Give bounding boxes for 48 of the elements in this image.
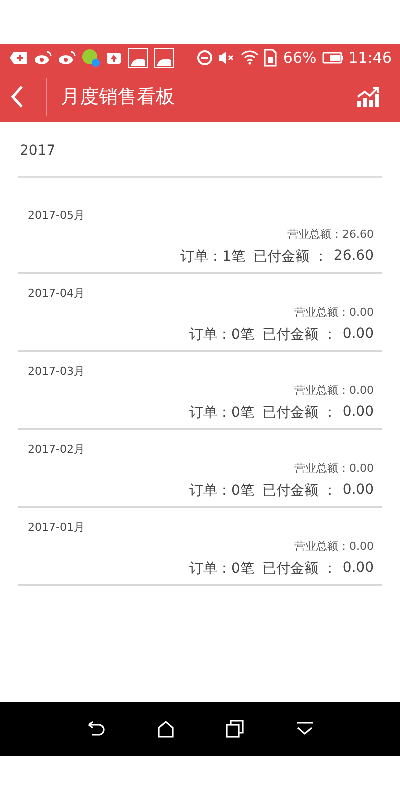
month-label: 2017-05月 xyxy=(28,208,85,223)
recent-apps-icon[interactable] xyxy=(226,720,244,738)
chart-button[interactable] xyxy=(356,86,380,108)
eye-logo-icon xyxy=(58,51,76,65)
total-revenue: 营业总额：0.00 xyxy=(294,461,374,476)
paid-label: 已付金额 ： xyxy=(262,560,337,578)
paid-label: 已付金额 ： xyxy=(262,326,337,344)
total-revenue: 营业总额：0.00 xyxy=(294,383,374,398)
month-label: 2017-04月 xyxy=(28,286,85,301)
chart-icon xyxy=(356,86,380,108)
paid-amount: 0.00 xyxy=(342,326,374,344)
battery-percentage: 66% xyxy=(283,49,317,67)
paid-label: 已付金额 ： xyxy=(253,248,328,266)
paid-amount: 0.00 xyxy=(342,560,374,578)
notification-icon xyxy=(10,51,28,65)
mute-icon xyxy=(218,51,236,65)
month-label: 2017-02月 xyxy=(28,442,85,457)
order-count: 订单：1笔 xyxy=(180,248,246,266)
paid-amount: 26.60 xyxy=(334,248,374,266)
order-count: 订单：0笔 xyxy=(189,326,254,344)
app-icon xyxy=(154,48,174,68)
eye-logo-icon xyxy=(34,51,52,65)
hide-keyboard-icon[interactable] xyxy=(294,721,314,737)
back-icon xyxy=(10,85,24,109)
paid-label: 已付金额 ： xyxy=(262,404,337,422)
do-not-disturb-icon xyxy=(197,50,214,66)
app-icon xyxy=(82,49,100,67)
upload-icon xyxy=(106,51,122,65)
total-revenue: 营业总额：26.60 xyxy=(288,227,374,242)
total-revenue: 营业总额：0.00 xyxy=(294,539,374,554)
paid-amount: 0.00 xyxy=(342,404,374,422)
year-label: 2017 xyxy=(18,122,382,178)
sim-card-icon xyxy=(264,49,278,67)
home-icon[interactable] xyxy=(156,720,174,738)
paid-amount: 0.00 xyxy=(342,482,374,500)
clock: 11:46 xyxy=(348,49,392,67)
order-count: 订单：0笔 xyxy=(189,482,254,500)
back-icon[interactable] xyxy=(86,721,106,737)
month-label: 2017-01月 xyxy=(28,520,85,535)
month-label: 2017-03月 xyxy=(28,364,85,379)
wifi-icon xyxy=(241,49,260,67)
order-count: 订单：0笔 xyxy=(189,404,254,422)
order-count: 订单：0笔 xyxy=(189,560,254,578)
paid-label: 已付金额 ： xyxy=(262,482,337,500)
total-revenue: 营业总额：0.00 xyxy=(294,305,374,320)
battery-icon xyxy=(322,52,344,64)
page-title: 月度销售看板 xyxy=(61,85,176,110)
app-icon xyxy=(128,48,148,68)
